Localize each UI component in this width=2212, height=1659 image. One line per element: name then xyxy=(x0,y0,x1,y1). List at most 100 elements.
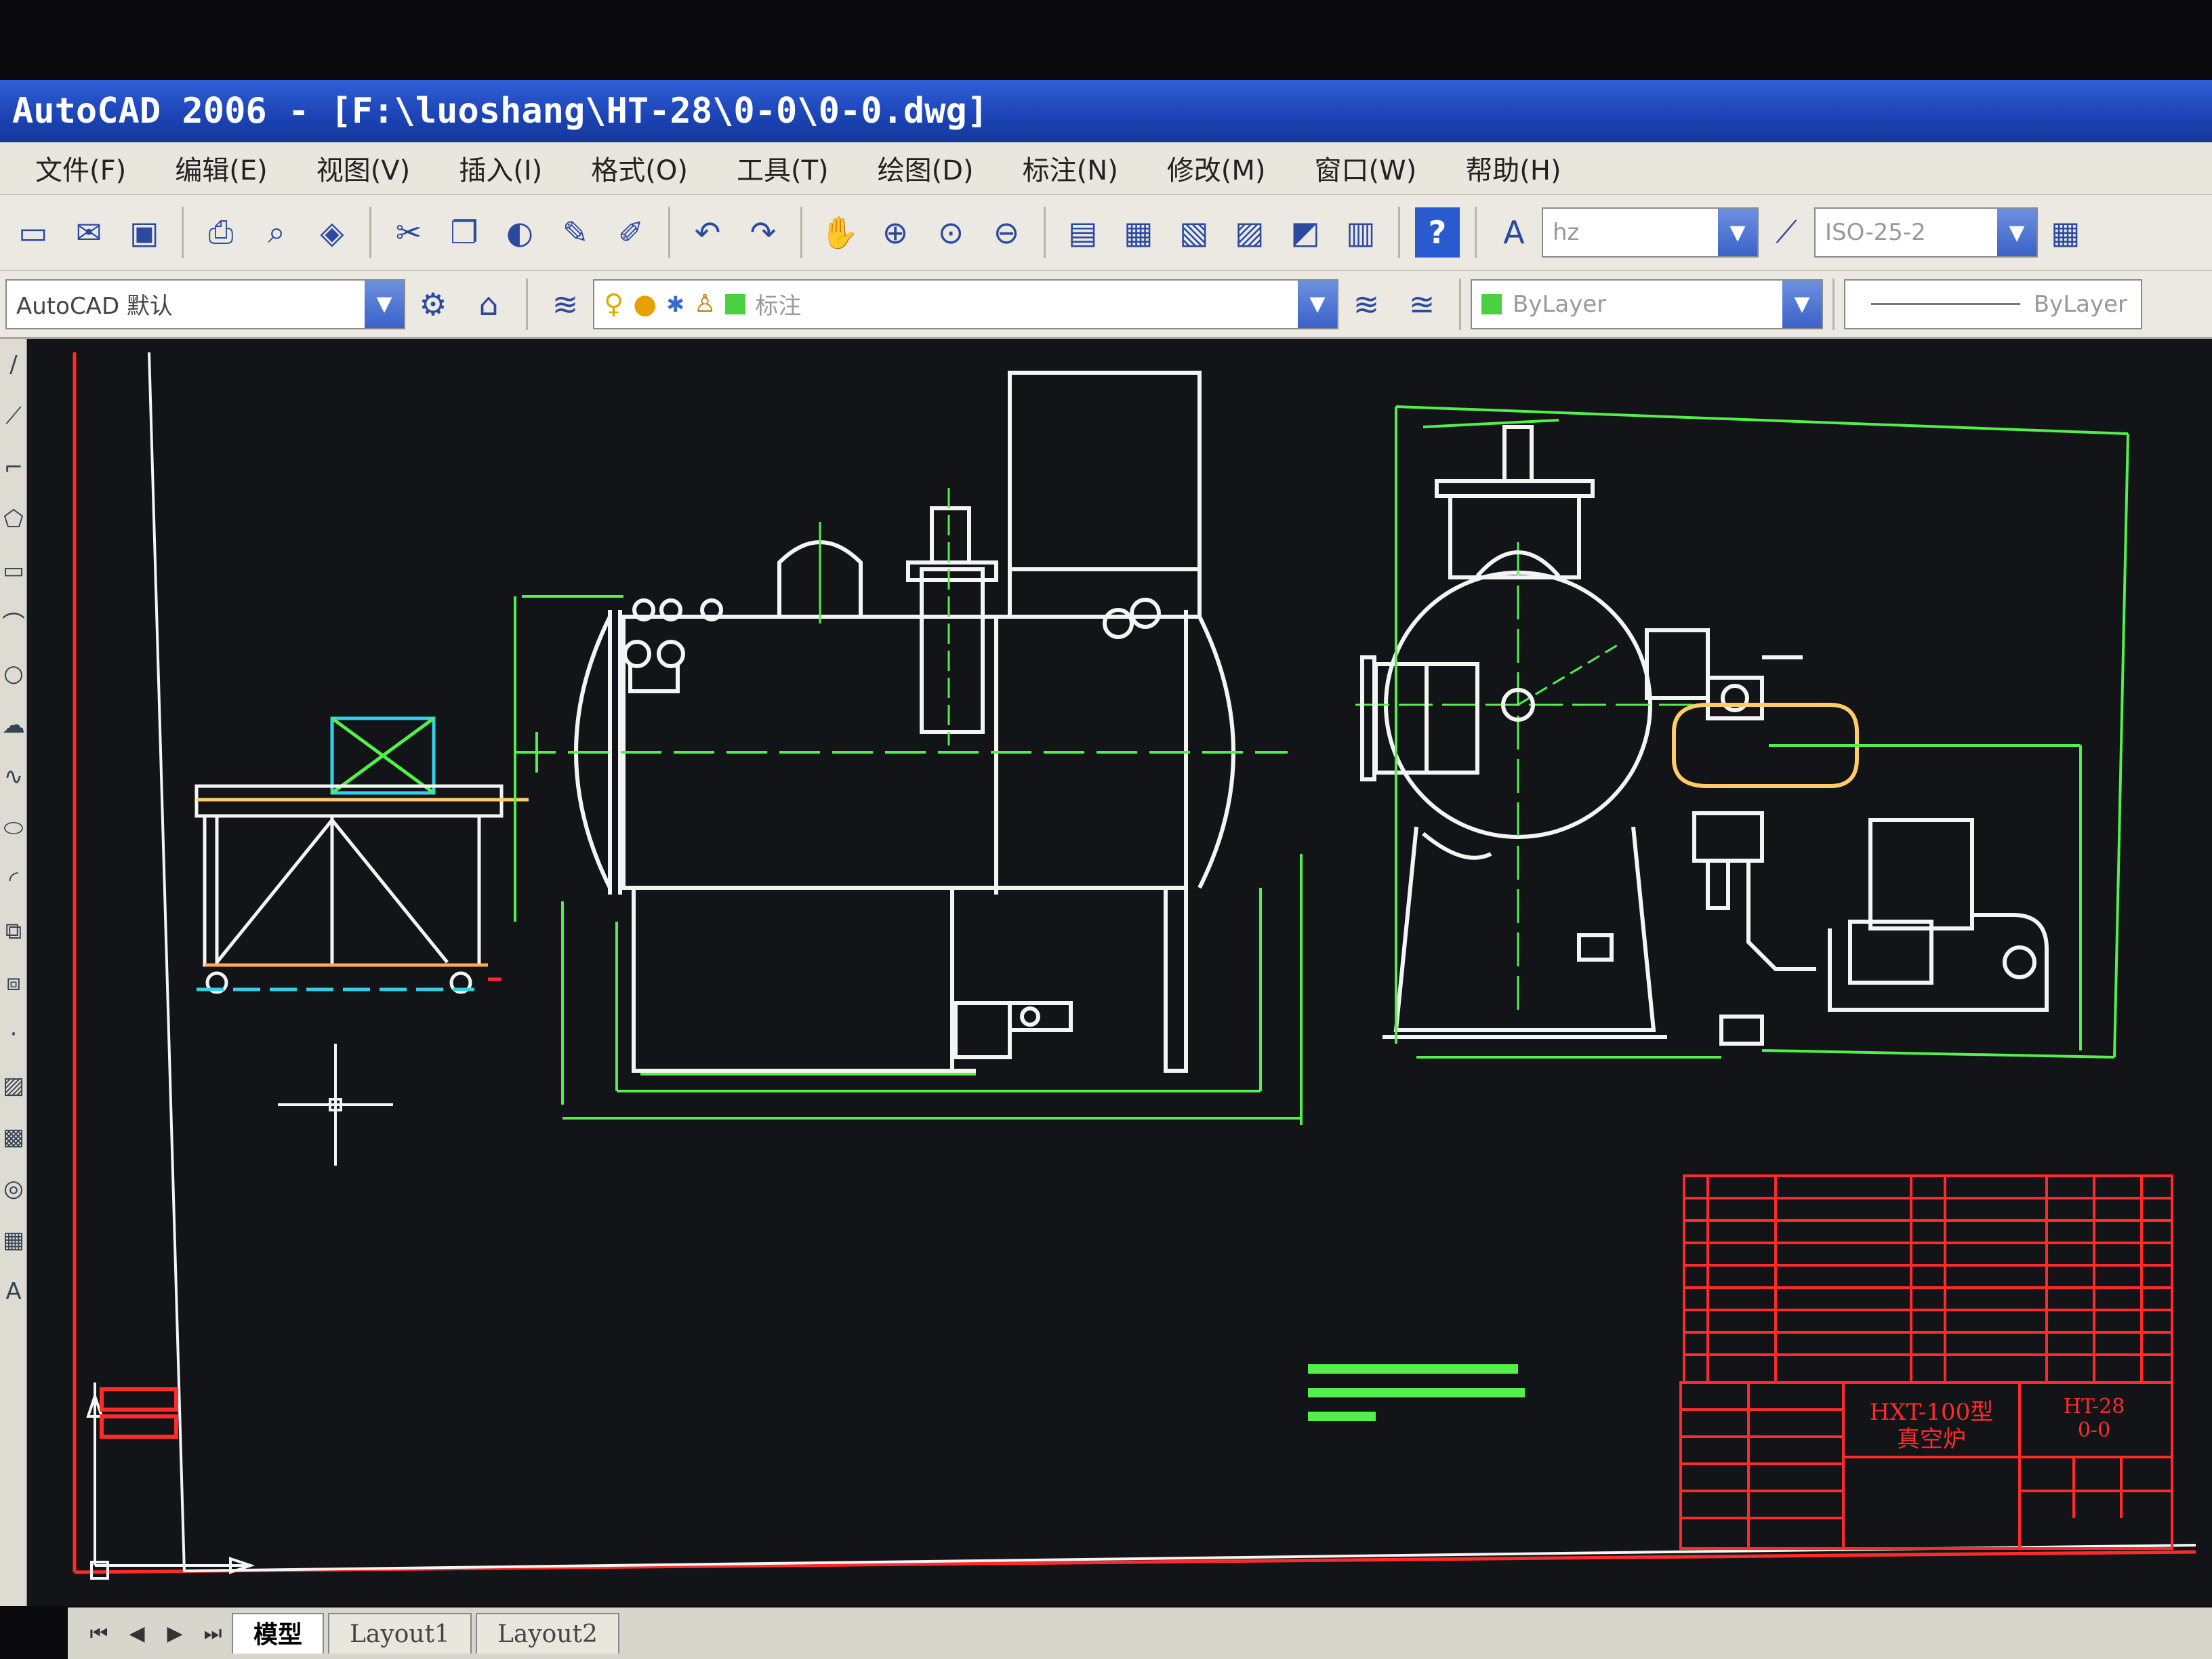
chevron-down-icon: ▼ xyxy=(1997,209,2036,256)
menu-format[interactable]: 格式(O) xyxy=(567,148,712,188)
new-icon[interactable]: ▭ xyxy=(11,207,56,258)
menu-help[interactable]: 帮助(H) xyxy=(1441,148,1585,188)
properties-icon[interactable]: ▤ xyxy=(1061,207,1105,258)
menu-dimension[interactable]: 标注(N) xyxy=(998,148,1143,188)
plot-preview-icon[interactable]: ⌕ xyxy=(254,207,299,258)
menu-modify[interactable]: 修改(M) xyxy=(1143,148,1290,188)
title-block-text: HXT-100型 真空炉 HT-28 0-0 xyxy=(1870,1395,2125,1453)
save-icon[interactable]: ▣ xyxy=(122,207,167,258)
ellipse-icon[interactable]: ⬭ xyxy=(0,802,27,854)
first-tab-icon[interactable]: ⏮ xyxy=(80,1614,118,1652)
menu-view[interactable]: 视图(V) xyxy=(292,148,435,188)
menu-draw[interactable]: 绘图(D) xyxy=(853,148,998,188)
layer-manager-icon[interactable]: ≋ xyxy=(543,279,588,329)
arc-icon[interactable]: ⌒ xyxy=(0,596,27,648)
crosshair-cursor xyxy=(278,1044,393,1166)
toolbar-separator xyxy=(526,278,528,330)
make-object-layer-current-icon[interactable]: ≋ xyxy=(1344,279,1389,329)
layout-tabs-bar: ⏮ ◀ ▶ ⏭ 模型 Layout1 Layout2 xyxy=(68,1607,2212,1659)
tab-model[interactable]: 模型 xyxy=(232,1613,325,1654)
point-icon[interactable]: · xyxy=(0,1008,27,1060)
workspace-select[interactable]: AutoCAD 默认 ▼ xyxy=(5,279,405,329)
gradient-icon[interactable]: ▩ xyxy=(0,1111,27,1163)
chevron-down-icon: ▼ xyxy=(1782,280,1822,328)
layers-properties-toolbar: AutoCAD 默认 ▼ ⚙ ⌂ ≋ ♀ ● ✱ ♙ 标注 ▼ ≋ ≊ ByLa… xyxy=(0,271,2212,339)
menu-file[interactable]: 文件(F) xyxy=(11,148,150,188)
mtext-icon[interactable]: A xyxy=(0,1266,27,1317)
text-style-icon[interactable]: A xyxy=(1492,207,1536,258)
linetype-select[interactable]: ByLayer xyxy=(1844,279,2142,329)
dim-style-icon[interactable]: ⟋ xyxy=(1764,207,1809,258)
text-style-select[interactable]: hz ▼ xyxy=(1542,207,1759,258)
next-tab-icon[interactable]: ▶ xyxy=(156,1614,194,1652)
match-properties-icon[interactable]: ✎ xyxy=(553,207,598,258)
toolbar-separator xyxy=(1475,207,1477,258)
calculator-icon[interactable]: ▥ xyxy=(1338,207,1383,258)
prev-tab-icon[interactable]: ◀ xyxy=(118,1614,156,1652)
table-style-icon[interactable]: ▦ xyxy=(2043,207,2088,258)
block-editor-icon[interactable]: ✐ xyxy=(609,207,653,258)
dim-style-select[interactable]: ISO-25-2 ▼ xyxy=(1814,207,2038,258)
tab-layout2[interactable]: Layout2 xyxy=(475,1613,619,1654)
ellipse-arc-icon[interactable]: ◜ xyxy=(0,854,27,905)
furnace-end-view xyxy=(1355,425,2049,1046)
redo-icon[interactable]: ↷ xyxy=(741,207,785,258)
revision-block xyxy=(100,1387,178,1439)
construction-line-icon[interactable]: ⟋ xyxy=(0,390,27,442)
markup-icon[interactable]: ◩ xyxy=(1283,207,1328,258)
toolbar-separator xyxy=(182,207,184,258)
design-center-icon[interactable]: ▦ xyxy=(1116,207,1161,258)
lock-icon: ♙ xyxy=(694,290,716,318)
workspace-settings-icon[interactable]: ⚙ xyxy=(411,279,455,329)
layer-select[interactable]: ♀ ● ✱ ♙ 标注 ▼ xyxy=(593,279,1338,329)
menu-insert[interactable]: 插入(I) xyxy=(434,148,567,188)
title-block-name-line2: 真空炉 xyxy=(1897,1426,1966,1453)
paste-icon[interactable]: ◐ xyxy=(497,207,542,258)
table-icon[interactable]: ▦ xyxy=(0,1214,27,1266)
drawing-border xyxy=(73,352,2196,1574)
copy-icon[interactable]: ❐ xyxy=(442,207,487,258)
my-workspace-icon[interactable]: ⌂ xyxy=(466,279,511,329)
polyline-icon[interactable]: ⌐ xyxy=(0,442,27,493)
drawing-canvas[interactable]: HXT-100型 真空炉 HT-28 0-0 xyxy=(27,339,2212,1606)
publish-icon[interactable]: ◈ xyxy=(310,207,354,258)
furnace-end-dimensions xyxy=(1395,405,2129,1059)
layer-color-swatch xyxy=(725,293,746,314)
rectangle-icon[interactable]: ▭ xyxy=(0,545,27,596)
circle-icon[interactable]: ○ xyxy=(0,648,27,699)
freeze-icon: ✱ xyxy=(666,291,685,317)
revcloud-icon[interactable]: ☁ xyxy=(0,699,27,751)
spline-icon[interactable]: ∿ xyxy=(0,751,27,802)
region-icon[interactable]: ◎ xyxy=(0,1163,27,1214)
print-icon[interactable]: ⎙ xyxy=(199,207,243,258)
window-title-bar: AutoCAD 2006 - [F:\luoshang\HT-28\0-0\0-… xyxy=(0,80,2212,142)
color-select[interactable]: ByLayer ▼ xyxy=(1471,279,1823,329)
menu-tools[interactable]: 工具(T) xyxy=(712,148,853,188)
menu-bar: 文件(F) 编辑(E) 视图(V) 插入(I) 格式(O) 工具(T) 绘图(D… xyxy=(0,142,2212,195)
layer-previous-icon[interactable]: ≊ xyxy=(1399,279,1444,329)
sheet-set-icon[interactable]: ▨ xyxy=(1227,207,1272,258)
zoom-previous-icon[interactable]: ⊖ xyxy=(984,207,1029,258)
open-icon[interactable]: ✉ xyxy=(66,207,111,258)
tool-palettes-icon[interactable]: ▧ xyxy=(1172,207,1216,258)
menu-window[interactable]: 窗口(W) xyxy=(1290,148,1441,188)
zoom-realtime-icon[interactable]: ⊕ xyxy=(873,207,918,258)
chevron-down-icon: ▼ xyxy=(1298,280,1337,328)
undo-icon[interactable]: ↶ xyxy=(685,207,730,258)
polygon-icon[interactable]: ⬠ xyxy=(0,493,27,545)
line-icon[interactable]: / xyxy=(0,339,27,390)
menu-edit[interactable]: 编辑(E) xyxy=(150,148,291,188)
sun-icon: ● xyxy=(633,288,657,320)
cut-icon[interactable]: ✂ xyxy=(386,207,431,258)
hatch-icon[interactable]: ▨ xyxy=(0,1060,27,1111)
insert-block-icon[interactable]: ⧉ xyxy=(0,905,27,957)
parts-list-table xyxy=(1683,1174,2173,1384)
color-swatch xyxy=(1481,293,1502,314)
workspace-value: AutoCAD 默认 xyxy=(16,293,173,320)
help-icon[interactable]: ? xyxy=(1415,207,1460,258)
last-tab-icon[interactable]: ⏭ xyxy=(194,1614,232,1652)
make-block-icon[interactable]: ⧈ xyxy=(0,957,27,1008)
tab-layout1[interactable]: Layout1 xyxy=(328,1613,472,1654)
zoom-window-icon[interactable]: ⊙ xyxy=(928,207,973,258)
pan-icon[interactable]: ✋ xyxy=(817,207,862,258)
